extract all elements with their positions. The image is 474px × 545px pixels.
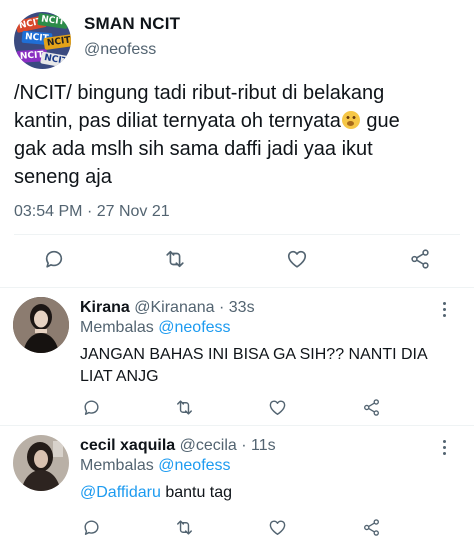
retweet-icon — [176, 399, 192, 415]
reply-author-handle[interactable]: @cecila — [180, 437, 237, 454]
reply-actions — [0, 513, 474, 537]
share-button[interactable] — [406, 245, 434, 273]
reply-button[interactable] — [77, 513, 105, 541]
tweet-date: 27 Nov 21 — [96, 203, 170, 220]
more-icon — [442, 307, 446, 311]
more-icon — [442, 451, 446, 455]
more-button[interactable] — [436, 437, 452, 457]
replying-to: Membalas @neofess — [80, 457, 231, 475]
more-icon — [442, 301, 446, 305]
meta-separator: · — [219, 299, 225, 316]
tweet-text-segment: gue — [360, 110, 400, 132]
reply-button[interactable] — [40, 245, 68, 273]
replying-mention-link[interactable]: @neofess — [158, 457, 230, 474]
share-button[interactable] — [357, 393, 385, 421]
reply-author-name[interactable]: Kirana — [80, 299, 130, 316]
like-icon — [269, 519, 285, 535]
like-icon — [287, 250, 307, 268]
reply-tweet[interactable]: Kirana @Kiranana · 33s Membalas @neofess… — [0, 288, 474, 425]
more-icon — [442, 445, 446, 449]
replying-label: Membalas — [80, 319, 154, 336]
more-icon — [442, 313, 446, 317]
retweet-button[interactable] — [170, 513, 198, 541]
reply-author-name[interactable]: cecil xaquila — [80, 437, 175, 454]
tweet-actions — [0, 245, 474, 275]
avatar[interactable] — [13, 435, 69, 491]
tweet-text: /NCIT/ bingung tadi ribut-ribut di belak… — [14, 79, 464, 191]
main-tweet: NCIT NCIT NCIT NCIT NCIT NCIT SMAN NCIT … — [0, 0, 474, 285]
reply-icon — [45, 250, 63, 268]
retweet-icon — [166, 250, 184, 268]
divider — [14, 234, 460, 235]
like-button[interactable] — [283, 245, 311, 273]
like-icon — [269, 399, 285, 415]
tweet-text-line: seneng aja — [14, 166, 112, 188]
more-icon — [442, 439, 446, 443]
reply-actions — [0, 393, 474, 417]
reply-text: JANGAN BAHAS INI BISA GA SIH?? NANTI DIA… — [80, 346, 427, 385]
avatar[interactable] — [13, 297, 69, 353]
tweet-time: 03:54 PM — [14, 203, 83, 220]
meta-separator: · — [86, 203, 93, 220]
reply-header: cecil xaquila @cecila · 11s — [80, 437, 276, 455]
replying-mention-link[interactable]: @neofess — [158, 319, 230, 336]
meta-separator: · — [241, 437, 247, 454]
avatar[interactable]: NCIT NCIT NCIT NCIT NCIT NCIT — [14, 12, 71, 69]
reply-icon — [83, 399, 99, 415]
tweet-timestamp[interactable]: 03:54 PM · 27 Nov 21 — [14, 203, 170, 221]
reply-icon — [83, 519, 99, 535]
tweet-text-segment: kantin, pas diliat ternyata oh ternyata — [14, 110, 341, 132]
like-button[interactable] — [263, 393, 291, 421]
reply-button[interactable] — [77, 393, 105, 421]
retweet-icon — [176, 519, 192, 535]
share-button[interactable] — [357, 513, 385, 541]
hand-over-mouth-emoji-icon — [341, 111, 360, 129]
avatar-sticker: NCIT — [40, 51, 71, 69]
reply-header: Kirana @Kiranana · 33s — [80, 299, 255, 317]
reply-author-handle[interactable]: @Kiranana — [134, 299, 214, 316]
replying-to: Membalas @neofess — [80, 319, 231, 337]
replying-label: Membalas — [80, 457, 154, 474]
reply-age: 33s — [228, 299, 255, 316]
like-button[interactable] — [263, 513, 291, 541]
share-icon — [363, 518, 379, 536]
author-handle[interactable]: @neofess — [84, 41, 156, 59]
retweet-button[interactable] — [170, 393, 198, 421]
tweet-text-line: gak ada mslh sih sama daffi jadi yaa iku… — [14, 138, 373, 160]
avatar-photo — [13, 297, 69, 353]
more-button[interactable] — [436, 299, 452, 319]
reply-age: 11s — [251, 437, 276, 454]
author-name[interactable]: SMAN NCIT — [84, 14, 180, 34]
share-icon — [411, 249, 429, 269]
tweet-text-line: kantin, pas diliat ternyata oh ternyata … — [14, 107, 464, 135]
retweet-button[interactable] — [161, 245, 189, 273]
mention-link[interactable]: @Daffidaru — [80, 484, 161, 501]
reply-text: @Daffidaru bantu tag — [80, 482, 460, 504]
reply-tweet[interactable]: cecil xaquila @cecila · 11s Membalas @ne… — [0, 426, 474, 545]
avatar-photo — [13, 435, 69, 491]
share-icon — [363, 398, 379, 416]
reply-text-segment: bantu tag — [160, 484, 233, 501]
tweet-text-line: /NCIT/ bingung tadi ribut-ribut di belak… — [14, 82, 385, 104]
